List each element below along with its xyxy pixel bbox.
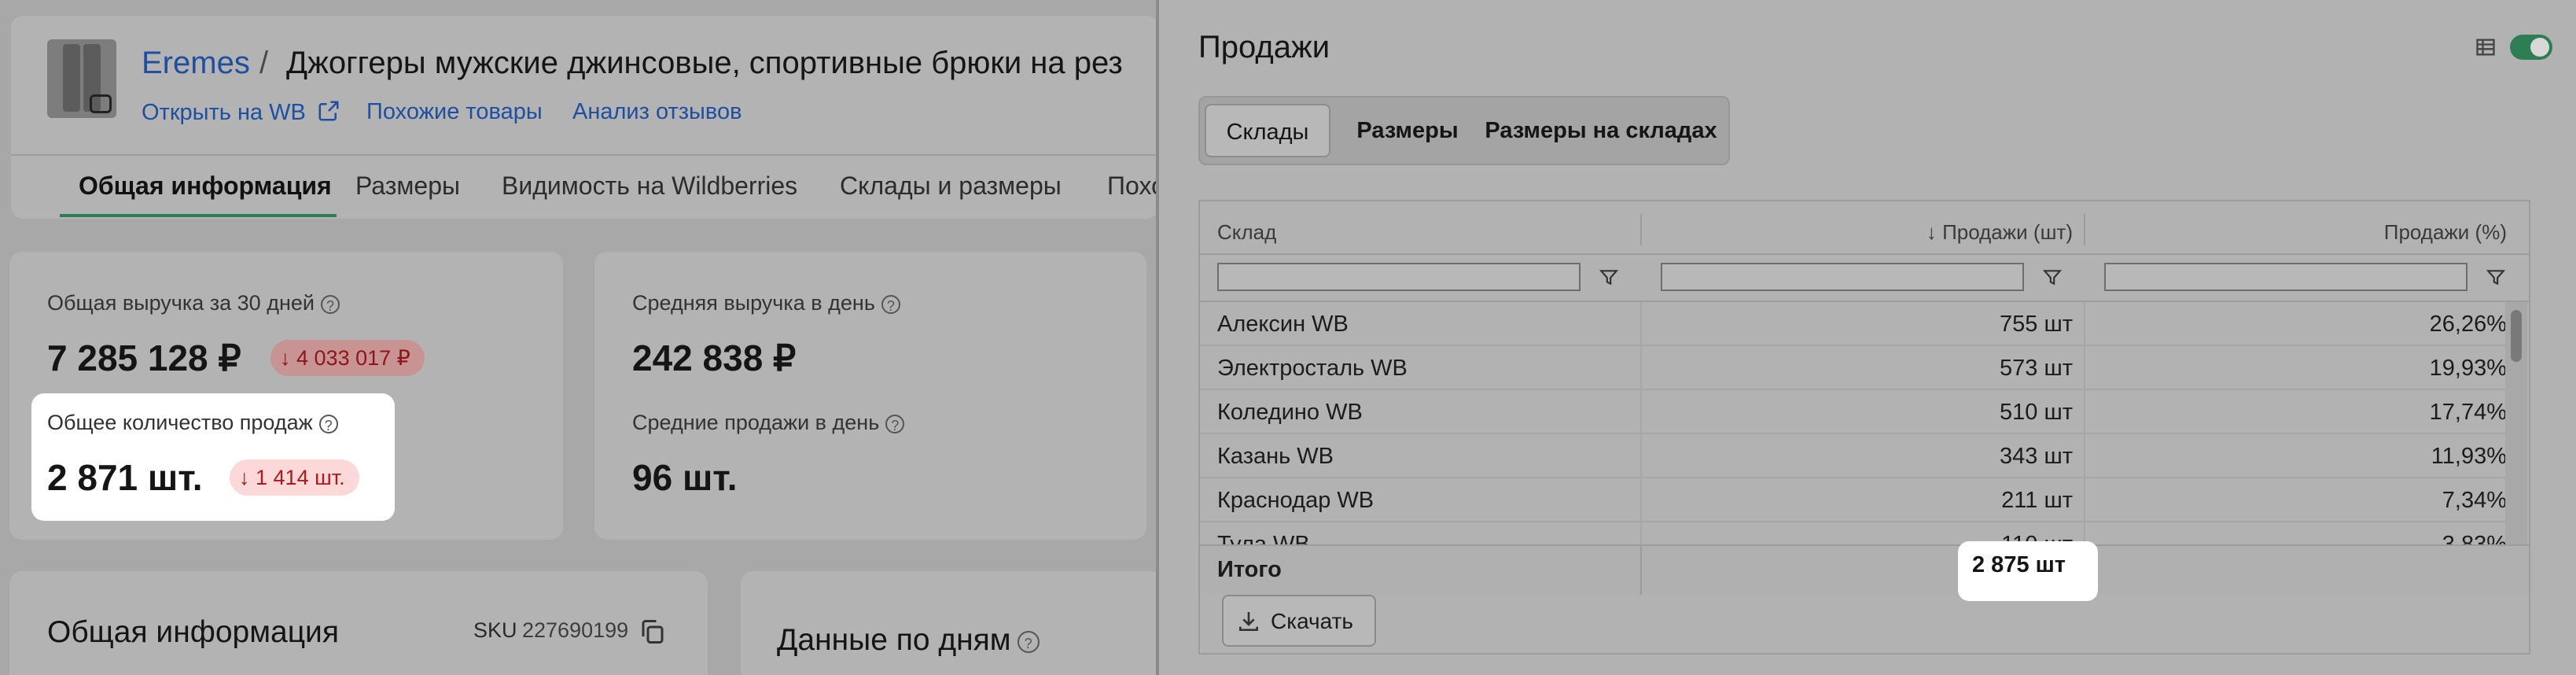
- arrow-down-icon: ↓: [239, 466, 256, 489]
- avg-sales-value: 96 шт.: [632, 457, 738, 498]
- tab-similar[interactable]: Похо: [1107, 172, 1156, 201]
- sales-delta-badge: ↓ 1 414 шт.: [230, 459, 359, 496]
- segment-sizes[interactable]: Размеры: [1341, 104, 1474, 157]
- col-separator: [1640, 214, 1642, 245]
- segment-control: Склады Размеры Размеры на складах: [1198, 96, 1730, 165]
- row-divider: [1200, 389, 2505, 390]
- avg-revenue-value: 242 838 ₽: [632, 338, 797, 378]
- view-toggle[interactable]: [2510, 35, 2552, 60]
- title-separator: /: [259, 46, 269, 80]
- daily-data-title: Данные по дням?: [777, 623, 1040, 658]
- tab-warehouses-sizes[interactable]: Склады и размеры: [840, 172, 1062, 201]
- help-icon[interactable]: ?: [881, 294, 900, 314]
- sales-label: Общее количество продаж?: [47, 411, 338, 435]
- cell-warehouse: Коледино WB: [1217, 400, 1363, 425]
- avg-sales-label: Средние продажи в день?: [632, 411, 905, 435]
- product-page: Eremes / Джоггеры мужские джинсовые, спо…: [0, 0, 1156, 675]
- filter-icon[interactable]: [1598, 267, 1620, 288]
- revenue-label: Общая выручка за 30 дней?: [47, 291, 340, 315]
- tab-sizes[interactable]: Размеры: [355, 172, 460, 201]
- review-analysis-link[interactable]: Анализ отзывов: [572, 99, 742, 125]
- external-link-icon: [318, 101, 339, 121]
- filter-sales-input[interactable]: [1661, 263, 2024, 291]
- cell-sales: 573 шт: [2000, 356, 2073, 381]
- filter-icon[interactable]: [2485, 267, 2507, 288]
- col-separator: [1640, 546, 1642, 595]
- tab-visibility[interactable]: Видимость на Wildberries: [502, 172, 797, 201]
- sales-value: 2 871 шт.: [47, 457, 203, 498]
- help-icon[interactable]: ?: [320, 294, 340, 314]
- sku-label: SKU: [473, 618, 517, 642]
- total-value: 2 875 шт: [1972, 552, 2066, 577]
- row-divider: [1200, 477, 2505, 478]
- revenue-delta-badge: ↓ 4 033 017 ₽: [270, 340, 425, 376]
- camera-icon[interactable]: [90, 94, 112, 113]
- sales-table: Склад ↓ Продажи (шт) Продажи (%) Алексин…: [1198, 200, 2530, 655]
- cell-warehouse: Электросталь WB: [1217, 356, 1408, 381]
- cell-sales: 510 шт: [2000, 400, 2073, 425]
- sales-drawer: Продажи Склады Размеры Размеры на склада…: [1156, 0, 2576, 675]
- avg-revenue-label: Средняя выручка в день?: [632, 291, 900, 315]
- active-tab-indicator: [60, 214, 337, 217]
- product-title: Джоггеры мужские джинсовые, спортивные б…: [286, 46, 1123, 80]
- general-info-title: Общая информация: [47, 615, 339, 649]
- segment-warehouses[interactable]: Склады: [1205, 104, 1330, 157]
- header-divider: [11, 154, 1156, 156]
- download-button[interactable]: Скачать: [1222, 595, 1376, 647]
- brand-link[interactable]: Eremes: [142, 46, 250, 81]
- row-divider: [1200, 433, 2505, 434]
- cell-pct: 17,74%: [2429, 400, 2507, 425]
- segment-sizes-warehouses[interactable]: Размеры на складах: [1480, 104, 1722, 157]
- cell-sales: 343 шт: [2000, 444, 2073, 469]
- copy-icon[interactable]: [638, 617, 667, 647]
- header-divider: [1200, 253, 2529, 255]
- cell-warehouse: Алексин WB: [1217, 312, 1349, 337]
- filter-divider: [1200, 301, 2529, 302]
- col-header-warehouse[interactable]: Склад: [1217, 220, 1276, 245]
- total-label: Итого: [1217, 557, 1282, 582]
- help-icon[interactable]: ?: [1017, 630, 1040, 653]
- col-separator: [2084, 214, 2085, 245]
- cell-warehouse: Казань WB: [1217, 444, 1334, 469]
- row-divider: [1200, 521, 2505, 522]
- col-header-pct[interactable]: Продажи (%): [2120, 220, 2507, 245]
- cell-pct: 26,26%: [2429, 312, 2507, 337]
- download-icon: [1239, 612, 1258, 631]
- product-thumbnail[interactable]: [47, 39, 116, 118]
- tab-general[interactable]: Общая информация: [79, 172, 332, 201]
- filter-icon[interactable]: [2041, 267, 2063, 288]
- table-icon[interactable]: [2474, 36, 2497, 58]
- toggle-knob: [2530, 38, 2549, 57]
- table-scrollbar[interactable]: [2505, 302, 2527, 566]
- cell-pct: 11,93%: [2431, 444, 2507, 469]
- row-divider: [1200, 345, 2505, 346]
- cell-sales: 755 шт: [2000, 312, 2073, 337]
- download-label: Скачать: [1271, 609, 1353, 633]
- help-icon[interactable]: ?: [885, 414, 905, 433]
- similar-products-link[interactable]: Похожие товары: [366, 99, 543, 125]
- scrollbar-thumb[interactable]: [2511, 310, 2522, 362]
- revenue-value: 7 285 128 ₽: [47, 338, 241, 378]
- table-footer: Итого: [1200, 544, 2529, 595]
- arrow-down-icon: ↓: [280, 346, 297, 370]
- open-on-wb-label: Открыть на WB: [142, 100, 306, 125]
- col-header-sales[interactable]: ↓ Продажи (шт): [1672, 220, 2073, 245]
- open-on-wb-link[interactable]: Открыть на WB: [142, 99, 340, 126]
- cell-pct: 7,34%: [2442, 488, 2507, 513]
- cell-warehouse: Краснодар WB: [1217, 488, 1374, 513]
- cell-pct: 19,93%: [2429, 356, 2507, 381]
- col-separator: [1640, 302, 1642, 544]
- filter-pct-input[interactable]: [2104, 263, 2467, 291]
- filter-warehouse-input[interactable]: [1217, 263, 1581, 291]
- help-icon[interactable]: ?: [318, 414, 338, 433]
- sku-value: 227690199: [522, 618, 629, 642]
- drawer-title: Продажи: [1198, 30, 1330, 65]
- cell-sales: 211 шт: [2001, 488, 2073, 513]
- col-separator: [2084, 302, 2085, 544]
